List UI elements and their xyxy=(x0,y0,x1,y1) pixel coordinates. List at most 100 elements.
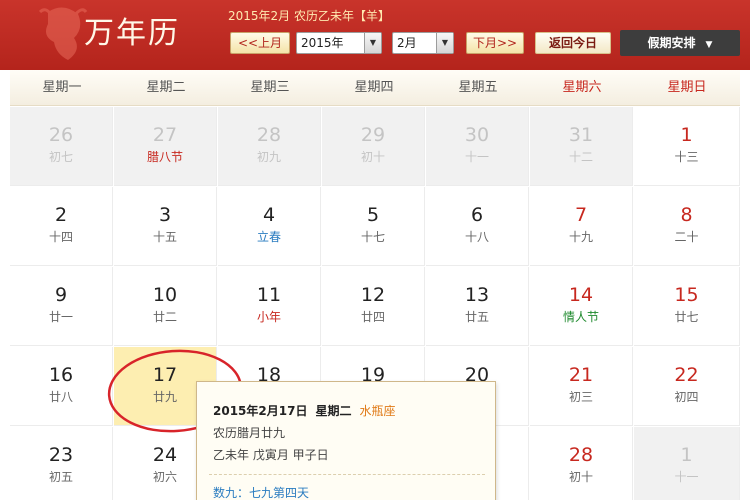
lunar-date: 廿二 xyxy=(152,310,177,324)
month-select-value: 2月 xyxy=(397,36,417,50)
year-select-value: 2015年 xyxy=(301,36,344,50)
day-number: 31 xyxy=(568,124,594,146)
day-number: 29 xyxy=(360,124,386,146)
day-number: 27 xyxy=(152,124,178,146)
month-select[interactable]: 2月 ▼ xyxy=(392,32,454,54)
lunar-date: 廿四 xyxy=(360,310,385,324)
lunar-date: 初四 xyxy=(674,390,699,404)
prev-month-button[interactable]: <<上月 xyxy=(230,32,290,54)
tooltip-divider xyxy=(209,474,485,475)
lunar-date: 十二 xyxy=(568,150,593,164)
back-to-today-button[interactable]: 返回今日 xyxy=(535,32,611,54)
lunar-date: 十五 xyxy=(152,230,177,244)
weekday-label: 星期一 xyxy=(42,80,82,95)
day-number: 16 xyxy=(48,364,74,386)
tooltip-shujiu-note: 数九：七九第四天 xyxy=(213,486,310,500)
day-number: 9 xyxy=(54,284,68,306)
day-number: 30 xyxy=(464,124,490,146)
day-cell[interactable]: 31 十二 xyxy=(530,107,633,186)
day-number: 26 xyxy=(48,124,74,146)
day-number: 5 xyxy=(366,204,380,226)
lunar-date: 十三 xyxy=(674,150,699,164)
day-number: 22 xyxy=(674,364,699,386)
lunar-date: 情人节 xyxy=(562,310,599,324)
lunar-date: 初九 xyxy=(256,150,281,164)
day-cell[interactable]: 12 廿四 xyxy=(322,267,425,346)
day-cell[interactable]: 1 十一 xyxy=(634,427,740,500)
lunar-date: 廿一 xyxy=(48,310,73,324)
day-number: 28 xyxy=(256,124,282,146)
day-cell[interactable]: 8 二十 xyxy=(634,187,740,266)
day-cell[interactable]: 14 情人节 xyxy=(530,267,633,346)
lunar-date: 初十 xyxy=(568,470,593,484)
weekday-label-sunday: 星期日 xyxy=(667,80,707,95)
day-number: 2 xyxy=(54,204,68,226)
day-cell[interactable]: 6 十八 xyxy=(426,187,529,266)
day-cell[interactable]: 15 廿七 xyxy=(634,267,740,346)
day-number: 12 xyxy=(360,284,386,306)
day-cell[interactable]: 4 立春 xyxy=(218,187,321,266)
day-cell[interactable]: 30 十一 xyxy=(426,107,529,186)
day-cell[interactable]: 26 初七 xyxy=(10,107,113,186)
day-cell[interactable]: 23 初五 xyxy=(10,427,113,500)
day-number: 10 xyxy=(152,284,178,306)
lunar-date: 十一 xyxy=(674,470,699,484)
calendar-header: 万年历 2015年2月 农历乙未年【羊】 <<上月 2015年 ▼ 2月 ▼ 下… xyxy=(0,0,750,70)
day-cell[interactable]: 21 初三 xyxy=(530,347,633,426)
day-number: 28 xyxy=(568,444,594,466)
day-number: 14 xyxy=(568,284,594,306)
lunar-date: 腊八节 xyxy=(146,150,183,164)
day-cell[interactable]: 28 初十 xyxy=(530,427,633,500)
day-cell[interactable]: 3 十五 xyxy=(114,187,217,266)
day-detail-tooltip: 2015年2月17日 星期二 水瓶座 农历腊月廿九 乙未年 戊寅月 甲子日 数九：七… xyxy=(196,381,496,500)
tooltip-date: 2015年2月17日 xyxy=(213,404,308,418)
next-month-button[interactable]: 下月>> xyxy=(466,32,524,54)
lunar-date: 初十 xyxy=(360,150,385,164)
lunar-date: 十九 xyxy=(568,230,593,244)
weekday-header-row: 星期一 星期二 星期三 星期四 星期五 星期六 星期日 xyxy=(10,70,740,106)
day-number: 3 xyxy=(158,204,172,226)
day-number: 21 xyxy=(568,364,594,386)
day-cell[interactable]: 28 初九 xyxy=(218,107,321,186)
day-number: 15 xyxy=(674,284,699,306)
day-cell[interactable]: 1 十三 xyxy=(634,107,740,186)
day-cell[interactable]: 5 十七 xyxy=(322,187,425,266)
day-number: 4 xyxy=(262,204,276,226)
day-cell[interactable]: 9 廿一 xyxy=(10,267,113,346)
lunar-date: 十一 xyxy=(464,150,489,164)
tooltip-title: 2015年2月17日 星期二 水瓶座 xyxy=(213,402,395,419)
lunar-date: 廿八 xyxy=(48,390,73,404)
lunar-date: 十四 xyxy=(48,230,73,244)
day-number: 6 xyxy=(470,204,484,226)
lunar-date: 小年 xyxy=(256,310,281,324)
day-cell[interactable]: 10 廿二 xyxy=(114,267,217,346)
day-cell[interactable]: 22 初四 xyxy=(634,347,740,426)
current-month-info: 2015年2月 农历乙未年【羊】 xyxy=(228,9,390,23)
weekday-label: 星期四 xyxy=(354,80,394,95)
day-cell[interactable]: 27 腊八节 xyxy=(114,107,217,186)
day-cell[interactable]: 11 小年 xyxy=(218,267,321,346)
tooltip-ganzhi: 乙未年 戊寅月 甲子日 xyxy=(213,448,329,462)
weekday-label: 星期三 xyxy=(250,80,290,95)
lunar-date: 十八 xyxy=(464,230,489,244)
lunar-date: 十七 xyxy=(360,230,385,244)
dropdown-arrow-icon[interactable]: ▼ xyxy=(436,33,453,53)
logo-goat-icon xyxy=(38,7,88,61)
holiday-schedule-button[interactable]: 假期安排 ▼ xyxy=(620,30,740,56)
lunar-date: 廿七 xyxy=(674,310,699,324)
tooltip-weekday: 星期二 xyxy=(315,404,352,418)
dropdown-arrow-icon[interactable]: ▼ xyxy=(364,33,381,53)
day-cell[interactable]: 2 十四 xyxy=(10,187,113,266)
chevron-down-icon: ▼ xyxy=(705,40,713,50)
year-select[interactable]: 2015年 ▼ xyxy=(296,32,382,54)
day-cell[interactable]: 7 十九 xyxy=(530,187,633,266)
lunar-date: 初五 xyxy=(48,470,73,484)
day-cell[interactable]: 13 廿五 xyxy=(426,267,529,346)
day-number: 23 xyxy=(48,444,74,466)
lunar-date: 廿五 xyxy=(464,310,489,324)
day-number: 11 xyxy=(256,284,282,306)
day-cell[interactable]: 29 初十 xyxy=(322,107,425,186)
lunar-date: 初三 xyxy=(568,390,593,404)
day-number: 1 xyxy=(680,444,693,466)
day-cell[interactable]: 16 廿八 xyxy=(10,347,113,426)
